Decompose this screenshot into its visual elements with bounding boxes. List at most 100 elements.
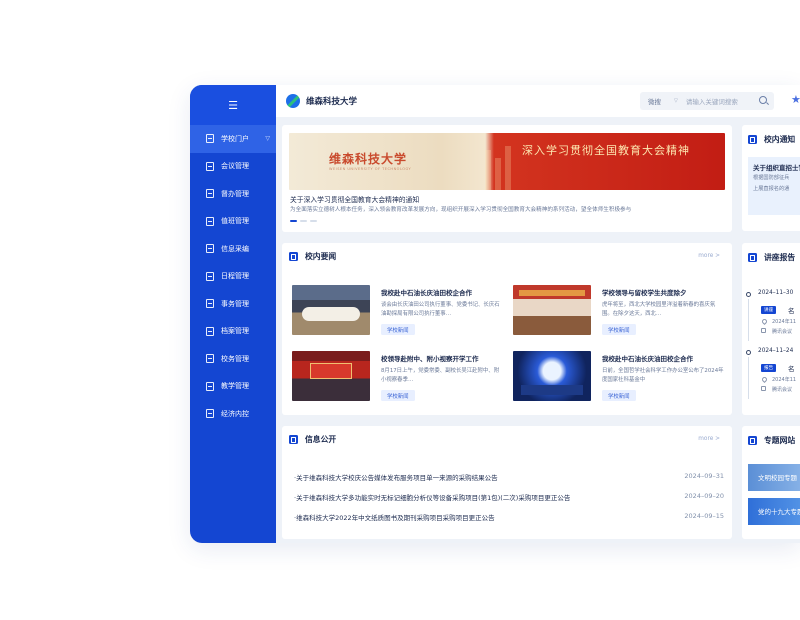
info-row[interactable]: ·维森科技大学2022年中文纸质图书及期刊采购项目采购项目更正公告 2024–09…	[294, 512, 724, 522]
sidebar-item-label: 督办管理	[221, 189, 249, 198]
notice-item[interactable]: 关于组织直招士官 根据国防部征兵 上展直报名的通	[748, 157, 800, 215]
sidebar-item-affairs[interactable]: 事务管理	[190, 290, 276, 318]
search-scope-select[interactable]: 微搜	[640, 96, 674, 106]
notice-icon	[748, 135, 757, 144]
lecture-time: 2024年11	[772, 319, 797, 325]
lecture-badge: 讲座	[761, 306, 777, 314]
chevron-down-icon: ▽	[265, 135, 270, 143]
sidebar-item-finance[interactable]: 经济内控	[190, 400, 276, 428]
notice-header: 校内通知	[748, 134, 795, 145]
sidebar-item-duty[interactable]: 值班管理	[190, 208, 276, 236]
info-row-text: ·维森科技大学2022年中文纸质图书及期刊采购项目采购项目更正公告	[294, 514, 495, 522]
notice-card: 校内通知 关于组织直招士官 根据国防部征兵 上展直报名的通	[742, 125, 800, 231]
lecture-icon	[748, 253, 757, 262]
sites-header: 专题网站	[748, 435, 795, 446]
timeline-line	[748, 357, 749, 399]
sidebar-item-editing[interactable]: 信息采编	[190, 235, 276, 263]
sidebar-item-teaching[interactable]: 教学管理	[190, 373, 276, 401]
info-row[interactable]: ·关于维森科技大学多功能实时无标记细胞分析仪等设备采购项目(第1包)(二次)采购…	[294, 492, 724, 502]
sidebar-item-schedule[interactable]: 日程管理	[190, 263, 276, 291]
news-item[interactable]: 我校赴中石油长庆油田校企合作 谈会由长庆油田公司执行董事、党委书记、长庆石油勘探…	[292, 285, 502, 339]
search-bar[interactable]: 微搜 ▽ 请输入关键词搜索	[640, 92, 774, 110]
news-item[interactable]: 学校领导与留校学生共度除夕 虎年将至，西北大学校园里洋溢着新春的喜庆氛围。在除夕…	[513, 285, 723, 339]
news-title: 学校领导与留校学生共度除夕	[602, 289, 687, 297]
lecture-title: 讲座报告	[764, 253, 796, 262]
lecture-header: 讲座报告	[748, 252, 795, 263]
info-icon	[289, 435, 298, 444]
news-item[interactable]: 校领导赴附中、附小视察开学工作 8月17日上午，党委常委、副校长吴江赴附中、附小…	[292, 351, 502, 405]
carousel-dot[interactable]	[290, 220, 297, 222]
info-row-text: ·关于维森科技大学校庆公告媒体发布服务项目单一来源的采购结果公告	[294, 474, 498, 482]
app-window: ☰ 学校门户 ▽ 会议管理 督办管理 值班管理 信息采编 日程管理 事务管理 档案…	[190, 85, 800, 543]
banner-school-english: WEISEN UNIVERSITY OF TECHNOLOGY	[329, 167, 412, 171]
menu-toggle[interactable]: ☰	[190, 85, 276, 125]
sidebar-item-archive[interactable]: 档案管理	[190, 318, 276, 346]
lecture-place: 腾讯会议	[772, 387, 793, 393]
news-title: 校内要闻	[305, 252, 337, 261]
lecture-name: 名	[788, 307, 795, 315]
news-desc: 虎年将至，西北大学校园里洋溢着新春的喜庆氛围。在除夕这天，西北…	[602, 302, 716, 317]
info-title: 信息公开	[305, 435, 337, 444]
sidebar-item-label: 事务管理	[221, 299, 249, 308]
news-tag[interactable]: 学校新闻	[602, 390, 636, 401]
sidebar-item-school-affairs[interactable]: 校务管理	[190, 345, 276, 373]
banner-image[interactable]: 维森科技大学 WEISEN UNIVERSITY OF TECHNOLOGY 深…	[289, 133, 725, 190]
news-header: 校内要闻	[289, 251, 336, 262]
news-tag[interactable]: 学校新闻	[381, 324, 415, 335]
sidebar-item-label: 教学管理	[221, 382, 249, 391]
timeline-dot	[746, 350, 751, 355]
search-input[interactable]: 请输入关键词搜索	[686, 96, 738, 106]
news-thumbnail	[513, 351, 591, 401]
document-icon	[206, 161, 214, 171]
info-row[interactable]: ·关于维森科技大学校庆公告媒体发布服务项目单一来源的采购结果公告 2024–09–…	[294, 472, 724, 482]
news-card: 校内要闻 more > 我校赴中石油长庆油田校企合作 谈会由长庆油田公司执行董事…	[282, 243, 732, 415]
info-more-link[interactable]: more >	[698, 436, 720, 442]
news-thumbnail	[513, 285, 591, 335]
timeline-line	[748, 299, 749, 341]
lecture-card: 讲座报告 2024–11–30 讲座 名 2024年11 腾讯会议 2024–1…	[742, 243, 800, 415]
document-icon	[206, 326, 214, 336]
news-item[interactable]: 我校赴中石油长庆油田校企合作 日前，全国哲学社会科学工作办公室公布了2024年度…	[513, 351, 724, 405]
news-desc: 日前，全国哲学社会科学工作办公室公布了2024年度国家社科基金中	[602, 368, 724, 383]
sidebar-item-label: 会议管理	[221, 162, 249, 171]
sidebar-item-label: 日程管理	[221, 272, 249, 281]
sidebar-item-label: 经济内控	[221, 409, 249, 418]
carousel-dot[interactable]	[310, 220, 317, 222]
sidebar-item-meeting[interactable]: 会议管理	[190, 153, 276, 181]
news-desc: 谈会由长庆油田公司执行董事、党委书记、长庆石油勘探局有限公司执行董事…	[381, 302, 500, 317]
search-icon[interactable]	[759, 96, 767, 104]
news-title: 我校赴中石油长庆油田校企合作	[381, 289, 472, 297]
document-icon	[206, 216, 214, 226]
decor-pillar	[485, 150, 491, 190]
banner-description: 为全面落实立德树人根本任务，深入领会教育改革发展方向，现组织开展深入学习贯彻全国…	[290, 207, 632, 213]
document-icon	[206, 409, 214, 419]
menu-icon: ☰	[228, 98, 238, 112]
sidebar-item-supervision[interactable]: 督办管理	[190, 180, 276, 208]
banner-title[interactable]: 关于深入学习贯彻全国教育大会精神的通知	[290, 194, 419, 204]
star-icon[interactable]: ★	[791, 93, 800, 106]
document-icon	[206, 354, 214, 364]
carousel-dots	[290, 220, 317, 222]
news-tag[interactable]: 学校新闻	[602, 324, 636, 335]
decor-pillar	[505, 146, 511, 190]
lecture-date: 2024–11–24	[758, 348, 794, 354]
document-icon	[206, 299, 214, 309]
info-row-date: 2024–09–20	[684, 492, 724, 500]
site-banner[interactable]: 党的十九大专题	[748, 498, 800, 525]
sidebar: ☰ 学校门户 ▽ 会议管理 督办管理 值班管理 信息采编 日程管理 事务管理 档案…	[190, 85, 276, 543]
info-row-text: ·关于维森科技大学多功能实时无标记细胞分析仪等设备采购项目(第1包)(二次)采购…	[294, 494, 571, 502]
news-more-link[interactable]: more >	[698, 253, 720, 259]
sites-title: 专题网站	[764, 436, 796, 445]
sidebar-item-portal[interactable]: 学校门户 ▽	[190, 125, 276, 153]
sites-card: 专题网站 文明校园专题 党的十九大专题	[742, 426, 800, 539]
carousel-dot[interactable]	[300, 220, 307, 222]
news-tag[interactable]: 学校新闻	[381, 390, 415, 401]
app-title: 维森科技大学	[306, 97, 358, 107]
sidebar-item-label: 档案管理	[221, 327, 249, 336]
document-icon	[206, 189, 214, 199]
sidebar-item-label: 信息采编	[221, 244, 249, 253]
top-bar: 维森科技大学 微搜 ▽ 请输入关键词搜索 ★	[276, 85, 800, 117]
lecture-name: 名	[788, 365, 795, 373]
clock-icon	[760, 317, 769, 326]
site-banner[interactable]: 文明校园专题	[748, 464, 800, 491]
